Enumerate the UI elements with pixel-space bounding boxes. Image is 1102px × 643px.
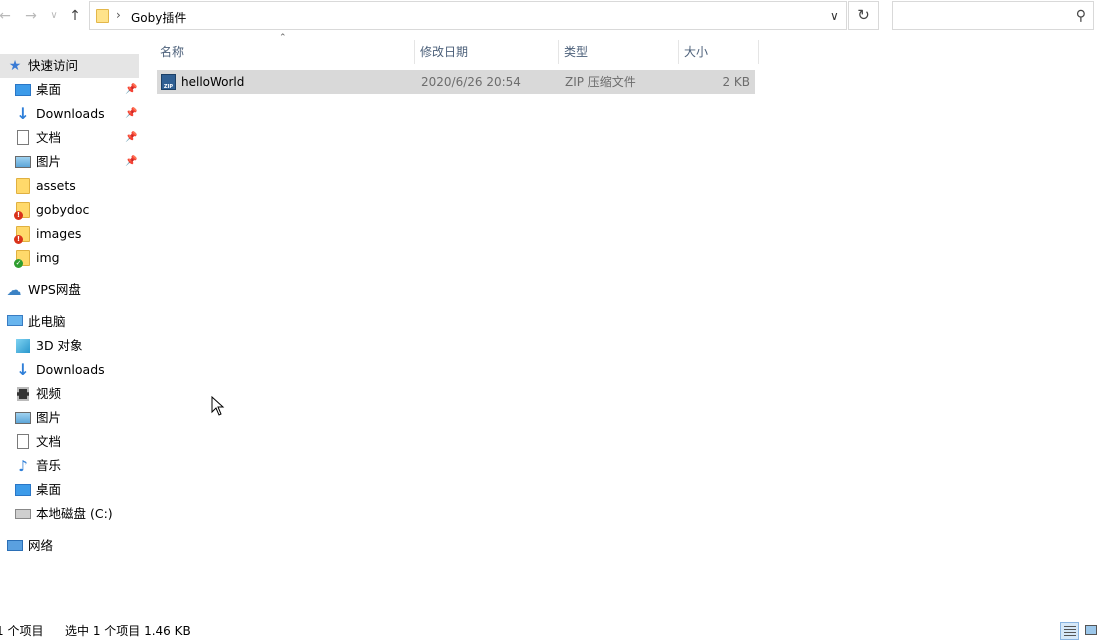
sidebar-item-label: 此电脑 (28, 314, 66, 329)
sidebar-item-label: WPS网盘 (28, 282, 81, 297)
sidebar-item-label: Downloads (36, 362, 105, 377)
tile-icon (1085, 625, 1097, 635)
download-icon: ↓ (16, 104, 30, 123)
pin-icon: 📌 (125, 132, 138, 143)
computer-icon (7, 315, 23, 326)
desktop-icon (15, 84, 31, 96)
network-icon (7, 540, 23, 551)
file-modified-date: 2020/6/26 20:54 (421, 75, 521, 89)
details-view-icon[interactable] (1060, 622, 1079, 640)
back-arrow-icon[interactable]: ← (0, 6, 14, 26)
sidebar-item-label: 文档 (36, 434, 62, 449)
file-name: helloWorld (181, 75, 245, 89)
sidebar-item-pictures[interactable]: 图片 📌 (0, 150, 139, 174)
search-input[interactable]: ⚲ (892, 1, 1094, 30)
list-lines-icon (1064, 626, 1076, 636)
pictures-icon (15, 156, 31, 168)
sidebar-item-label: 文档 (36, 130, 62, 145)
breadcrumb-separator: › (116, 8, 121, 22)
column-header-type[interactable]: 类型 (559, 40, 678, 64)
chevron-down-icon[interactable]: ∨ (45, 6, 63, 26)
error-badge-icon: ! (14, 211, 23, 220)
navigation-pane: ★ 快速访问 桌面 📌 ↓ Downloads 📌 文档 📌 图片 📌 asse… (0, 54, 145, 614)
sidebar-item-assets[interactable]: assets (0, 174, 139, 198)
document-icon (17, 434, 29, 449)
sidebar-item-gobydoc[interactable]: ! gobydoc (0, 198, 139, 222)
sidebar-item-downloads[interactable]: ↓ Downloads 📌 (0, 102, 139, 126)
column-header-size[interactable]: 大小 (679, 40, 758, 64)
breadcrumb-current-folder[interactable]: Goby插件 (131, 9, 186, 26)
sidebar-item-label: gobydoc (36, 202, 90, 217)
status-item-count: 1 个项目 (0, 624, 44, 638)
status-selection-info: 选中 1 个项目 1.46 KB (65, 624, 191, 638)
sidebar-item-label: images (36, 226, 82, 241)
sidebar-item-videos[interactable]: 视频 (0, 382, 139, 406)
sidebar-item-quick-access[interactable]: ★ 快速访问 (0, 54, 139, 78)
sidebar-item-img[interactable]: ✓ img (0, 246, 139, 270)
search-icon: ⚲ (1075, 8, 1086, 24)
sidebar-item-label: img (36, 250, 60, 265)
sidebar-item-desktop[interactable]: 桌面 📌 (0, 78, 139, 102)
sidebar-item-images[interactable]: ! images (0, 222, 139, 246)
file-row-selected[interactable]: ZIP helloWorld 2020/6/26 20:54 ZIP 压缩文件 … (157, 70, 755, 94)
sidebar-item-label: 图片 (36, 154, 62, 169)
large-icons-view-icon[interactable] (1082, 622, 1101, 640)
sidebar-item-3d-objects[interactable]: 3D 对象 (0, 334, 139, 358)
sidebar-item-documents[interactable]: 文档 📌 (0, 126, 139, 150)
address-bar[interactable]: › Goby插件 ∨ (89, 1, 847, 30)
sidebar-item-label: 桌面 (36, 82, 62, 97)
video-icon (17, 387, 29, 401)
forward-arrow-icon[interactable]: → (22, 6, 40, 26)
pin-icon: 📌 (125, 108, 138, 119)
error-badge-icon: ! (14, 235, 23, 244)
address-dropdown-icon[interactable]: ∨ (830, 9, 839, 23)
drive-icon (15, 509, 31, 519)
up-arrow-icon[interactable]: ↑ (66, 6, 84, 26)
star-icon: ★ (8, 58, 22, 74)
sidebar-item-label: 网络 (28, 538, 54, 553)
pin-icon: 📌 (125, 156, 138, 167)
column-header-modified[interactable]: 修改日期 (415, 40, 558, 64)
zip-file-icon: ZIP (161, 74, 176, 90)
sidebar-item-pc-desktop[interactable]: 桌面 (0, 478, 139, 502)
address-toolbar: ← → ∨ ↑ › Goby插件 ∨ ↻ ⚲ (0, 0, 1102, 34)
sidebar-item-local-disk[interactable]: 本地磁盘 (C:) (0, 502, 139, 526)
file-type: ZIP 压缩文件 (565, 75, 636, 89)
check-badge-icon: ✓ (14, 259, 23, 268)
cloud-icon: ☁ (6, 281, 22, 299)
sidebar-item-pc-documents[interactable]: 文档 (0, 430, 139, 454)
column-header-name[interactable]: 名称 (155, 40, 414, 64)
sidebar-item-label: assets (36, 178, 76, 193)
music-icon: ♪ (18, 457, 28, 475)
folder-icon (96, 9, 109, 23)
sidebar-item-wps-cloud[interactable]: ☁ WPS网盘 (0, 278, 139, 302)
pin-icon: 📌 (125, 84, 138, 95)
sidebar-item-label: 快速访问 (28, 58, 79, 73)
file-size: 2 KB (722, 75, 750, 89)
mouse-cursor-icon (211, 396, 225, 416)
status-bar: 1 个项目 选中 1 个项目 1.46 KB (0, 619, 1102, 643)
folder-icon (16, 178, 30, 194)
desktop-icon (15, 484, 31, 496)
sidebar-item-label: 本地磁盘 (C:) (36, 506, 113, 521)
sidebar-item-music[interactable]: ♪ 音乐 (0, 454, 139, 478)
sidebar-item-label: 3D 对象 (36, 338, 83, 353)
sidebar-item-pc-downloads[interactable]: ↓ Downloads (0, 358, 139, 382)
sidebar-item-this-pc[interactable]: 此电脑 (0, 310, 139, 334)
pictures-icon (15, 412, 31, 424)
sidebar-item-pc-pictures[interactable]: 图片 (0, 406, 139, 430)
refresh-icon[interactable]: ↻ (848, 1, 879, 30)
column-divider[interactable] (758, 40, 759, 64)
sidebar-item-label: 图片 (36, 410, 62, 425)
download-icon: ↓ (16, 360, 30, 379)
sidebar-item-label: 桌面 (36, 482, 62, 497)
document-icon (17, 130, 29, 145)
sidebar-item-network[interactable]: 网络 (0, 534, 139, 558)
sidebar-item-label: 视频 (36, 386, 62, 401)
sidebar-item-label: 音乐 (36, 458, 62, 473)
3d-objects-icon (16, 339, 30, 353)
sidebar-item-label: Downloads (36, 106, 105, 121)
